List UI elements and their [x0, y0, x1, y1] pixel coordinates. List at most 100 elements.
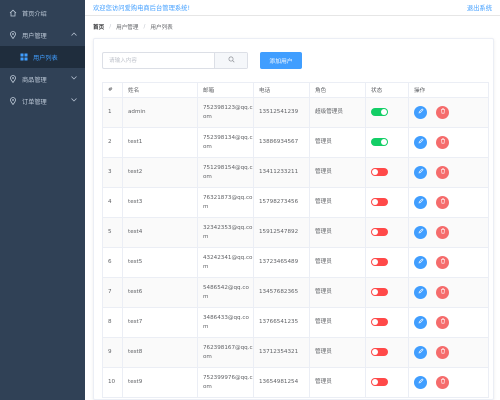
- delete-icon: [440, 378, 446, 388]
- column-header: #: [102, 82, 123, 98]
- edit-button[interactable]: [414, 346, 427, 359]
- delete-button[interactable]: [436, 316, 449, 329]
- cell-phone: 13654981254: [253, 367, 310, 398]
- cell-index: 8: [102, 307, 123, 338]
- cell-status: [365, 307, 409, 338]
- status-toggle[interactable]: [371, 227, 388, 236]
- location-icon: [9, 97, 17, 105]
- cell-index: 7: [102, 277, 123, 308]
- menu-item-orders[interactable]: 订单管理: [0, 90, 85, 112]
- location-icon: [9, 75, 17, 83]
- search-input[interactable]: [103, 53, 214, 68]
- toggle-knob: [372, 348, 378, 355]
- delete-button[interactable]: [436, 376, 449, 389]
- cell-role: 管理员: [309, 217, 366, 248]
- edit-button[interactable]: [414, 316, 427, 329]
- cell-role: 管理员: [309, 157, 366, 188]
- add-user-button[interactable]: 添加用户: [260, 52, 302, 69]
- table-body: 1 admin 752398123@qq.com 13512541239 超级管理员 2 t…: [102, 97, 489, 398]
- edit-button[interactable]: [414, 166, 427, 179]
- search-button[interactable]: [214, 53, 247, 68]
- cell-status: [365, 217, 409, 248]
- toggle-knob: [381, 108, 387, 115]
- breadcrumb-section: 用户管理: [116, 25, 139, 31]
- edit-button[interactable]: [414, 106, 427, 119]
- delete-icon: [440, 108, 446, 118]
- cell-actions: [408, 277, 489, 308]
- edit-button[interactable]: [414, 256, 427, 269]
- cell-role: 超级管理员: [309, 97, 366, 128]
- menu-item-label: 商品管理: [22, 76, 47, 84]
- cell-email: 752398123@qq.com: [197, 97, 254, 128]
- cell-actions: [408, 127, 489, 158]
- edit-icon: [418, 287, 424, 298]
- column-header: 姓名: [122, 82, 198, 98]
- search-icon: [228, 56, 235, 65]
- table-row: 5 test4 32342353@qq.com 15912547892 管理员: [102, 217, 489, 248]
- cell-actions: [408, 157, 489, 188]
- edit-button[interactable]: [414, 286, 427, 299]
- cell-role: 管理员: [309, 367, 366, 398]
- menu-item-label: 首页介绍: [22, 10, 47, 18]
- cell-status: [365, 367, 409, 398]
- grid-icon: [20, 53, 28, 61]
- toggle-knob: [372, 288, 378, 295]
- delete-button[interactable]: [436, 196, 449, 209]
- delete-icon: [440, 168, 446, 178]
- status-toggle[interactable]: [371, 377, 388, 386]
- breadcrumb-current: 用户列表: [150, 25, 173, 31]
- edit-button[interactable]: [414, 376, 427, 389]
- user-list-card: 添加用户 # 姓名 邮箱 电话 角色 状态 操作 1admin752398123…: [93, 38, 494, 400]
- cell-email: 752398134@qq.com: [197, 127, 254, 158]
- cell-phone: 13411233211: [253, 157, 310, 188]
- toggle-knob: [372, 258, 378, 265]
- edit-button[interactable]: [414, 136, 427, 149]
- menu-item-home[interactable]: 首页介绍: [0, 2, 85, 24]
- cell-phone: 13712354321: [253, 337, 310, 368]
- status-toggle[interactable]: [371, 287, 388, 296]
- cell-status: [365, 187, 409, 218]
- edit-button[interactable]: [414, 196, 427, 209]
- table-row: 1 admin 752398123@qq.com 13512541239 超级管理员: [102, 97, 489, 128]
- column-header: 角色: [309, 82, 366, 98]
- cell-email: 43242341@qq.com: [197, 247, 254, 278]
- delete-button[interactable]: [436, 256, 449, 269]
- breadcrumb: 首页 / 用户管理 / 用户列表: [93, 21, 173, 33]
- table-row: 2 test1 752398134@qq.com 13886934567 管理员: [102, 127, 489, 158]
- chevron-down-icon: [71, 98, 77, 104]
- edit-button[interactable]: [414, 226, 427, 239]
- cell-name: test5: [122, 247, 198, 278]
- delete-button[interactable]: [436, 166, 449, 179]
- delete-button[interactable]: [436, 346, 449, 359]
- delete-button[interactable]: [436, 286, 449, 299]
- cell-email: 76321873@qq.com: [197, 187, 254, 218]
- cell-name: test6: [122, 277, 198, 308]
- edit-icon: [418, 347, 424, 358]
- column-header: 状态: [365, 82, 409, 98]
- delete-icon: [440, 198, 446, 208]
- status-toggle[interactable]: [371, 257, 388, 266]
- cell-name: test2: [122, 157, 198, 188]
- menu-item-user-list[interactable]: 用户列表: [0, 46, 85, 68]
- status-toggle[interactable]: [371, 167, 388, 176]
- status-toggle[interactable]: [371, 107, 388, 116]
- chevron-up-icon: [71, 32, 77, 38]
- cell-name: admin: [122, 97, 198, 128]
- search-box: [102, 52, 248, 69]
- status-toggle[interactable]: [371, 317, 388, 326]
- delete-button[interactable]: [436, 226, 449, 239]
- status-toggle[interactable]: [371, 347, 388, 356]
- cell-index: 10: [102, 367, 123, 398]
- column-header: 电话: [253, 82, 310, 98]
- toggle-knob: [372, 318, 378, 325]
- status-toggle[interactable]: [371, 197, 388, 206]
- menu-item-products[interactable]: 商品管理: [0, 68, 85, 90]
- logout-link[interactable]: 退出系统: [467, 3, 492, 12]
- delete-icon: [440, 228, 446, 238]
- status-toggle[interactable]: [371, 137, 388, 146]
- delete-button[interactable]: [436, 136, 449, 149]
- cell-phone: 15912547892: [253, 217, 310, 248]
- delete-button[interactable]: [436, 106, 449, 119]
- menu-item-users[interactable]: 用户管理: [0, 24, 85, 46]
- breadcrumb-home[interactable]: 首页: [93, 23, 104, 31]
